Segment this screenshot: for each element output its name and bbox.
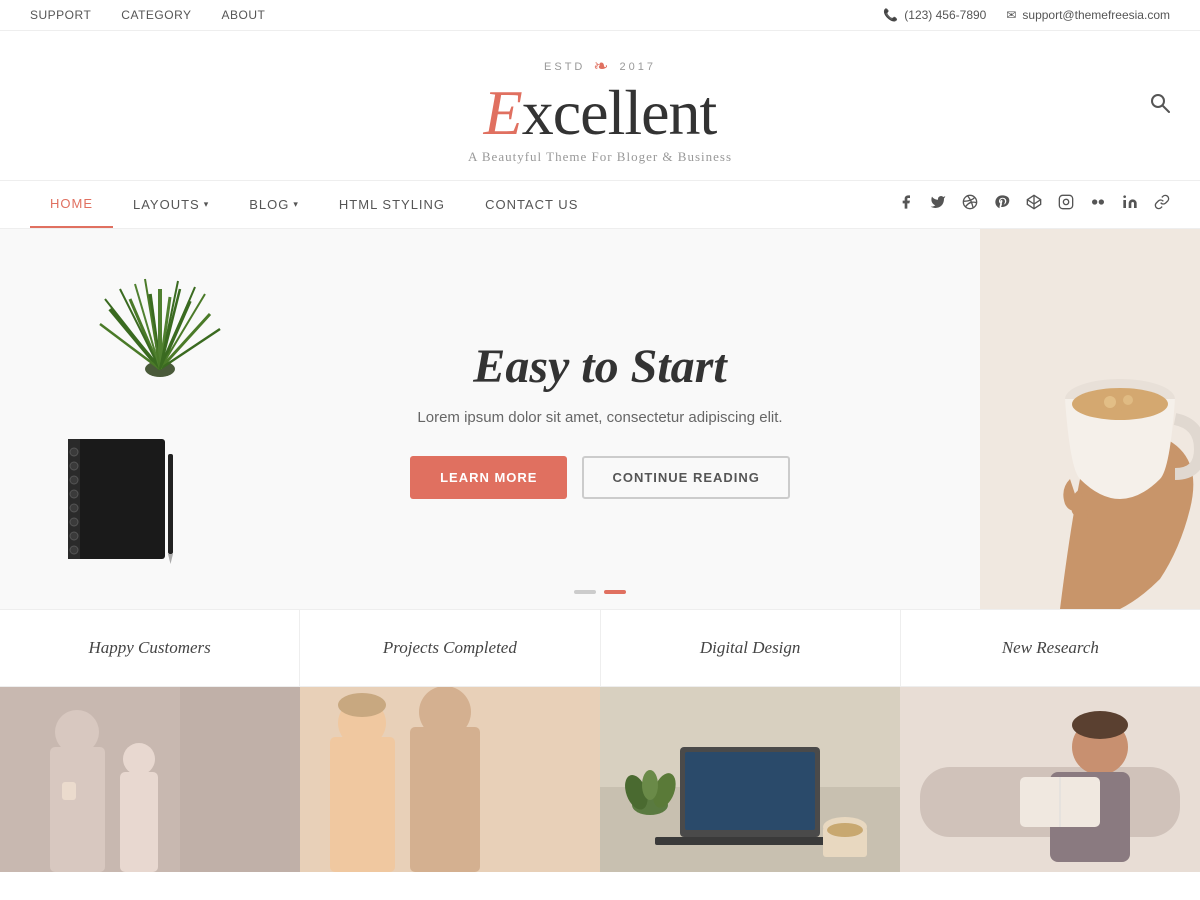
photo-person-reading[interactable]: [900, 687, 1200, 872]
logo-first-letter: E: [484, 77, 522, 148]
slider-dots: [574, 590, 626, 594]
email-info: ✉ support@themefreesia.com: [1006, 8, 1170, 22]
hero-notebook-decoration: [60, 434, 190, 579]
social-twitter[interactable]: [930, 194, 946, 215]
nav-home[interactable]: HOME: [30, 181, 113, 228]
logo-tagline: A Beautyful Theme For Bloger & Business: [0, 149, 1200, 165]
flower-icon: ❧: [593, 56, 611, 77]
photos-grid: [0, 687, 1200, 872]
photo-mother-daughter[interactable]: [0, 687, 300, 872]
estd-label: ESTD: [544, 61, 585, 73]
social-instagram[interactable]: [1058, 194, 1074, 215]
hero-title: Easy to Start: [410, 339, 790, 394]
social-link[interactable]: [1154, 194, 1170, 215]
slider-dot-1[interactable]: [574, 590, 596, 594]
stat-projects-completed: Projects Completed: [300, 610, 600, 686]
social-pinterest[interactable]: [994, 194, 1010, 215]
logo-area: ESTD ❧ 2017 Excellent A Beautyful Theme …: [0, 31, 1200, 180]
chevron-down-icon: ▾: [204, 199, 210, 210]
logo-rest: xcellent: [522, 77, 717, 148]
phone-icon: 📞: [883, 8, 898, 22]
top-bar-left-links: SUPPORT CATEGORY ABOUT: [30, 8, 265, 22]
continue-reading-button[interactable]: CONTINUE READING: [582, 456, 789, 499]
hero-content: Easy to Start Lorem ipsum dolor sit amet…: [410, 339, 790, 499]
email-address: support@themefreesia.com: [1022, 8, 1170, 22]
nav-blog[interactable]: BLOG ▾: [229, 181, 319, 228]
nav-html-styling[interactable]: HTML STYLING: [319, 181, 465, 228]
social-codepen[interactable]: [1026, 194, 1042, 215]
learn-more-button[interactable]: LEARN MORE: [410, 456, 567, 499]
stats-section: Happy Customers Projects Completed Digit…: [0, 609, 1200, 687]
hero-coffee-decoration: [980, 229, 1200, 609]
social-facebook[interactable]: [898, 194, 914, 215]
hero-description: Lorem ipsum dolor sit amet, consectetur …: [410, 409, 790, 426]
nav-layouts[interactable]: LAYOUTS ▾: [113, 181, 229, 228]
slider-dot-2[interactable]: [604, 590, 626, 594]
nav-category[interactable]: CATEGORY: [121, 8, 191, 22]
logo-estd: ESTD ❧ 2017: [0, 56, 1200, 77]
social-flickr[interactable]: [1090, 194, 1106, 215]
social-links: [898, 194, 1170, 215]
chevron-down-icon: ▾: [293, 199, 299, 210]
phone-info: 📞 (123) 456-7890: [883, 8, 986, 22]
logo-title[interactable]: Excellent: [0, 81, 1200, 145]
phone-number: (123) 456-7890: [904, 8, 986, 22]
hero-slider: Easy to Start Lorem ipsum dolor sit amet…: [0, 229, 1200, 609]
nav-support[interactable]: SUPPORT: [30, 8, 91, 22]
main-nav: HOME LAYOUTS ▾ BLOG ▾ HTML STYLING CONTA…: [0, 180, 1200, 229]
nav-contact-us[interactable]: CONTACT US: [465, 181, 598, 228]
search-icon[interactable]: [1150, 93, 1170, 119]
photo-couple[interactable]: [300, 687, 600, 872]
stat-new-research: New Research: [901, 610, 1200, 686]
nav-about[interactable]: ABOUT: [222, 8, 266, 22]
photo-laptop-succulent[interactable]: [600, 687, 900, 872]
social-linkedin[interactable]: [1122, 194, 1138, 215]
main-nav-links: HOME LAYOUTS ▾ BLOG ▾ HTML STYLING CONTA…: [30, 181, 598, 228]
social-dribbble[interactable]: [962, 194, 978, 215]
top-bar-contact: 📞 (123) 456-7890 ✉ support@themefreesia.…: [883, 8, 1170, 22]
hero-plant-decoration: [80, 249, 240, 429]
hero-buttons: LEARN MORE CONTINUE READING: [410, 456, 790, 499]
stat-happy-customers: Happy Customers: [0, 610, 300, 686]
stat-digital-design: Digital Design: [601, 610, 901, 686]
top-bar: SUPPORT CATEGORY ABOUT 📞 (123) 456-7890 …: [0, 0, 1200, 31]
email-icon: ✉: [1006, 8, 1016, 22]
estd-year: 2017: [619, 61, 655, 73]
